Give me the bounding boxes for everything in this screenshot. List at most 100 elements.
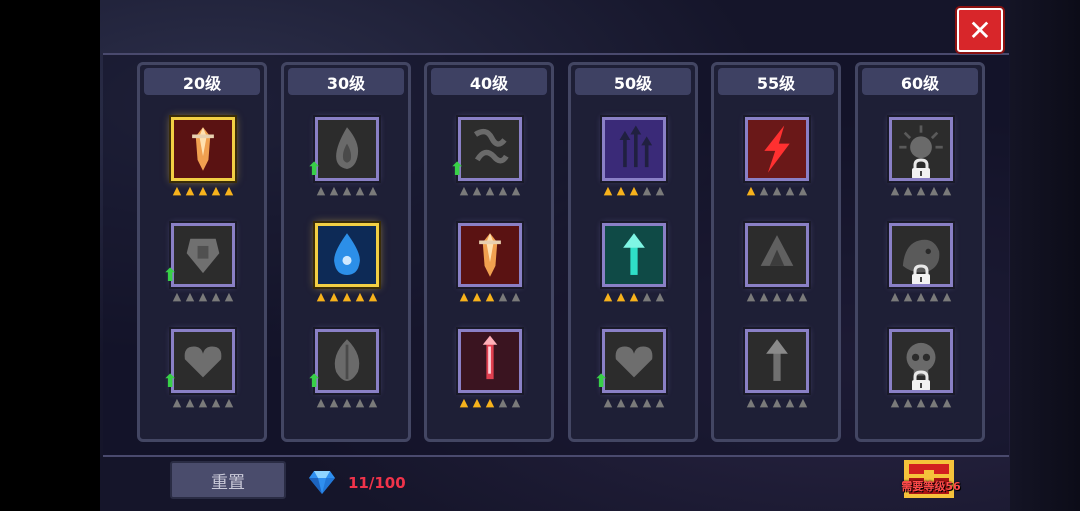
gray-heart-icon	[615, 346, 653, 378]
skill-slot[interactable]	[889, 223, 953, 287]
skill-slot[interactable]	[602, 329, 666, 393]
star-icon: ▲	[329, 396, 339, 409]
skill-slot[interactable]	[745, 329, 809, 393]
left-black-strip	[0, 0, 100, 511]
star-icon: ▲	[368, 290, 378, 303]
red-needle-icon	[482, 335, 498, 380]
star-icon: ▲	[198, 184, 208, 197]
skill-slot[interactable]	[745, 117, 809, 181]
star-icon: ▲	[903, 290, 913, 303]
star-icon: ▲	[916, 184, 926, 197]
star-rating: ▲ ▲ ▲ ▲ ▲	[602, 397, 666, 409]
star-icon: ▲	[211, 290, 221, 303]
star-icon: ▲	[903, 184, 913, 197]
star-rating: ▲ ▲ ▲ ▲ ▲	[458, 397, 522, 409]
red-crystal-icon	[479, 233, 501, 277]
star-icon: ▲	[485, 396, 495, 409]
star-rating: ▲ ▲ ▲ ▲ ▲	[889, 185, 953, 197]
star-icon: ▲	[342, 290, 352, 303]
teal-arrow-icon	[623, 233, 645, 275]
star-icon: ▲	[785, 184, 795, 197]
level-column-4: 55级 ▲ ▲ ▲ ▲ ▲ ▲ ▲ ▲ ▲ ▲ ▲ ▲ ▲ ▲ ▲	[711, 62, 841, 442]
gray-shield-icon	[186, 238, 220, 274]
star-icon: ▲	[655, 396, 665, 409]
reset-button[interactable]: 重置	[170, 461, 286, 499]
skill-slot[interactable]	[458, 329, 522, 393]
skill-slot[interactable]	[458, 117, 522, 181]
lock-icon	[912, 370, 930, 390]
star-icon: ▲	[642, 290, 652, 303]
star-icon: ▲	[342, 396, 352, 409]
star-icon: ▲	[642, 184, 652, 197]
gray-heart-icon	[184, 346, 222, 378]
blue-drop-icon	[334, 233, 360, 275]
level-column-2: 40级 ▲ ▲ ▲ ▲ ▲ ⬆ ▲ ▲ ▲ ▲ ▲ ▲ ▲ ▲ ▲ ▲	[424, 62, 554, 442]
skill-slot[interactable]	[315, 223, 379, 287]
star-rating: ▲ ▲ ▲ ▲ ▲	[458, 185, 522, 197]
chest-requirement-label: 需要等级56	[901, 480, 961, 493]
star-rating: ▲ ▲ ▲ ▲ ▲	[889, 397, 953, 409]
close-button[interactable]: ✕	[957, 8, 1003, 52]
star-icon: ▲	[629, 290, 639, 303]
star-rating: ▲ ▲ ▲ ▲ ▲	[889, 291, 953, 303]
star-icon: ▲	[172, 184, 182, 197]
star-icon: ▲	[316, 184, 326, 197]
star-icon: ▲	[329, 290, 339, 303]
star-icon: ▲	[472, 184, 482, 197]
star-icon: ▲	[655, 184, 665, 197]
star-icon: ▲	[642, 396, 652, 409]
star-rating: ▲ ▲ ▲ ▲ ▲	[745, 291, 809, 303]
star-rating: ▲ ▲ ▲ ▲ ▲	[171, 185, 235, 197]
skill-slot[interactable]	[602, 117, 666, 181]
star-rating: ▲ ▲ ▲ ▲ ▲	[171, 397, 235, 409]
star-icon: ▲	[890, 290, 900, 303]
star-icon: ▲	[511, 184, 521, 197]
star-rating: ▲ ▲ ▲ ▲ ▲	[315, 185, 379, 197]
skill-slot[interactable]	[315, 117, 379, 181]
skill-slot[interactable]	[458, 223, 522, 287]
skill-slot[interactable]	[315, 329, 379, 393]
star-icon: ▲	[759, 290, 769, 303]
right-dark-strip	[1010, 0, 1080, 511]
upgrade-arrow-icon: ⬆	[449, 159, 465, 180]
star-icon: ▲	[485, 290, 495, 303]
star-icon: ▲	[172, 396, 182, 409]
star-icon: ▲	[916, 396, 926, 409]
skill-slot[interactable]	[889, 329, 953, 393]
star-icon: ▲	[498, 396, 508, 409]
star-rating: ▲ ▲ ▲ ▲ ▲	[315, 291, 379, 303]
star-icon: ▲	[746, 290, 756, 303]
gray-chain-icon	[473, 128, 509, 164]
star-icon: ▲	[929, 184, 939, 197]
gem-count: 11/100	[348, 474, 406, 492]
skill-slot[interactable]	[171, 117, 235, 181]
star-icon: ▲	[329, 184, 339, 197]
skill-slot[interactable]	[171, 329, 235, 393]
star-icon: ▲	[890, 184, 900, 197]
skill-slot[interactable]	[602, 223, 666, 287]
star-rating: ▲ ▲ ▲ ▲ ▲	[602, 291, 666, 303]
star-icon: ▲	[342, 184, 352, 197]
lock-icon	[912, 158, 930, 178]
star-icon: ▲	[511, 396, 521, 409]
star-icon: ▲	[798, 290, 808, 303]
star-icon: ▲	[798, 184, 808, 197]
level-header: 50级	[575, 68, 691, 95]
star-icon: ▲	[603, 184, 613, 197]
gray-arrow-icon	[766, 339, 788, 381]
star-icon: ▲	[655, 290, 665, 303]
star-icon: ▲	[224, 184, 234, 197]
star-icon: ▲	[772, 396, 782, 409]
star-icon: ▲	[798, 396, 808, 409]
star-icon: ▲	[616, 396, 626, 409]
skill-slot[interactable]	[171, 223, 235, 287]
star-icon: ▲	[746, 184, 756, 197]
skill-slot[interactable]	[745, 223, 809, 287]
star-icon: ▲	[368, 396, 378, 409]
star-icon: ▲	[316, 396, 326, 409]
upgrade-arrow-icon: ⬆	[162, 371, 178, 392]
star-icon: ▲	[185, 290, 195, 303]
level-column-5: 60级 ▲ ▲ ▲ ▲ ▲ ▲ ▲ ▲ ▲ ▲ ▲ ▲ ▲ ▲ ▲	[855, 62, 985, 442]
star-icon: ▲	[929, 396, 939, 409]
skill-slot[interactable]	[889, 117, 953, 181]
